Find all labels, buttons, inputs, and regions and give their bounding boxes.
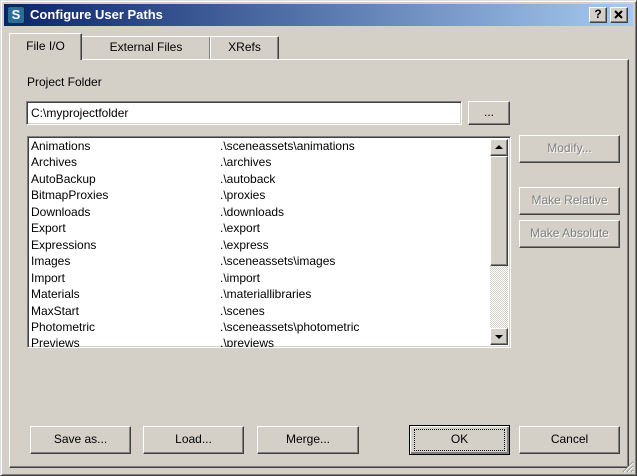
title-bar[interactable]: S Configure User Paths ? [4, 4, 633, 26]
resize-grip-icon[interactable] [622, 461, 634, 473]
list-item[interactable]: Materials .\materiallibraries [31, 287, 486, 303]
path-name: Downloads [31, 205, 91, 219]
tab-xrefs[interactable]: XRefs [210, 36, 279, 59]
path-value: .\sceneassets\photometric [220, 320, 360, 334]
path-name: BitmapProxies [31, 188, 109, 202]
close-button[interactable] [610, 7, 628, 23]
user-paths-list[interactable]: Animations .\sceneassets\animations Arch… [27, 136, 511, 348]
tab-label: External Files [109, 40, 183, 54]
path-value: .\archives [220, 155, 272, 169]
save-as-button[interactable]: Save as... [30, 426, 131, 454]
tab-label: XRefs [228, 40, 261, 54]
path-name: Expressions [31, 238, 97, 252]
list-item[interactable]: Animations .\sceneassets\animations [31, 139, 486, 155]
window-title: Configure User Paths [30, 7, 163, 22]
arrow-up-icon [495, 145, 503, 149]
path-value: .\express [220, 238, 269, 252]
scroll-thumb[interactable] [490, 156, 508, 266]
list-item[interactable]: BitmapProxies .\proxies [31, 188, 486, 204]
tab-external-files[interactable]: External Files [81, 36, 211, 59]
path-value: .\sceneassets\images [220, 254, 336, 268]
scroll-down-button[interactable] [490, 328, 508, 345]
path-value: .\previews [220, 336, 275, 348]
project-folder-field[interactable]: C:\myprojectfolder [26, 101, 462, 125]
path-name: Photometric [31, 320, 96, 334]
list-item[interactable]: Photometric .\sceneassets\photometric [31, 320, 486, 336]
browse-folder-button[interactable]: ... [468, 101, 510, 125]
path-name: Import [31, 271, 66, 285]
list-item[interactable]: Archives .\archives [31, 155, 486, 171]
scroll-up-button[interactable] [490, 139, 508, 156]
make-absolute-button[interactable]: Make Absolute [519, 220, 620, 248]
path-value: .\materiallibraries [220, 287, 312, 301]
close-icon [614, 10, 623, 19]
path-name: Animations [31, 139, 91, 153]
path-name: MaxStart [31, 304, 80, 318]
project-folder-label: Project Folder [27, 75, 102, 89]
list-item[interactable]: Import .\import [31, 271, 486, 287]
path-value: .\import [220, 271, 261, 285]
path-value: .\export [220, 221, 261, 235]
list-item[interactable]: AutoBackup .\autoback [31, 172, 486, 188]
modify-button[interactable]: Modify... [519, 135, 620, 163]
list-item[interactable]: Export .\export [31, 221, 486, 237]
path-name: AutoBackup [31, 172, 96, 186]
path-name: Archives [31, 155, 78, 169]
configure-user-paths-dialog: S Configure User Paths ? File I/O Extern… [0, 0, 637, 476]
path-value: .\scenes [220, 304, 265, 318]
app-logo-icon: S [7, 6, 25, 24]
cancel-button[interactable]: Cancel [519, 426, 620, 454]
path-value: .\downloads [220, 205, 285, 219]
list-item[interactable]: Previews .\previews [31, 336, 486, 348]
arrow-down-icon [495, 335, 503, 339]
list-item[interactable]: Downloads .\downloads [31, 205, 486, 221]
tab-label: File I/O [26, 39, 65, 53]
merge-button[interactable]: Merge... [257, 426, 359, 454]
project-folder-path: C:\myprojectfolder [31, 106, 129, 120]
path-value: .\sceneassets\animations [220, 139, 355, 153]
ok-button[interactable]: OK [409, 425, 510, 455]
make-relative-button[interactable]: Make Relative [519, 187, 620, 215]
list-scrollbar[interactable] [490, 139, 508, 345]
focus-indicator [414, 429, 505, 451]
load-button[interactable]: Load... [143, 426, 244, 454]
path-name: Materials [31, 287, 80, 301]
help-button[interactable]: ? [589, 7, 607, 23]
path-value: .\autoback [220, 172, 276, 186]
list-item[interactable]: Expressions .\express [31, 238, 486, 254]
tab-file-io[interactable]: File I/O [9, 33, 82, 60]
list-item[interactable]: Images .\sceneassets\images [31, 254, 486, 270]
path-name: Export [31, 221, 66, 235]
path-name: Previews [31, 336, 80, 348]
list-item[interactable]: MaxStart .\scenes [31, 304, 486, 320]
path-value: .\proxies [220, 188, 266, 202]
path-name: Images [31, 254, 71, 268]
